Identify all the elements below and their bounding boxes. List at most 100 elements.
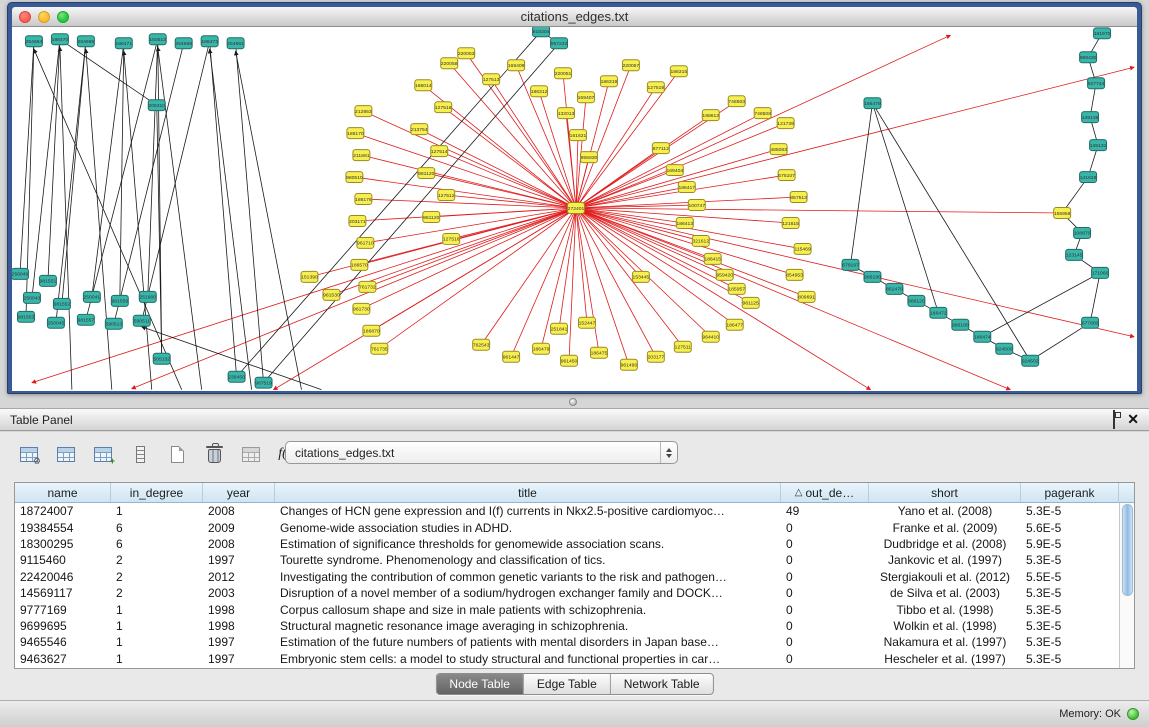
graph-node[interactable]: 186315 [670, 66, 687, 77]
table-row[interactable]: 1456911722003Disruption of a novel membe… [15, 585, 1119, 601]
graph-node[interactable]: 981120 [418, 168, 435, 179]
column-header-2[interactable]: year [203, 483, 275, 502]
graph-node[interactable]: 186570 [351, 259, 368, 270]
window-titlebar[interactable]: citations_edges.txt [12, 7, 1137, 27]
graph-node[interactable]: 186477 [726, 319, 743, 330]
graph-node[interactable]: 877112 [652, 143, 669, 154]
graph-node[interactable]: 590511 [133, 315, 150, 326]
column-header-3[interactable]: title [275, 483, 781, 502]
table-scrollbar[interactable] [1119, 503, 1134, 668]
graph-node[interactable]: 186176 [355, 194, 372, 205]
graph-node[interactable]: 186472 [930, 307, 947, 318]
graph-node[interactable]: 981553 [17, 311, 34, 322]
graph-node[interactable]: 250045 [47, 317, 64, 328]
graph-node[interactable]: 220057 [622, 60, 639, 71]
column-header-0[interactable]: name [15, 483, 111, 502]
graph-node[interactable]: 186014 [415, 80, 432, 91]
graph-node[interactable]: 964410 [702, 331, 719, 342]
graph-node[interactable]: 987519 [255, 377, 272, 388]
tab-network-table[interactable]: Network Table [611, 674, 713, 694]
graph-node[interactable]: 679197 [842, 259, 859, 270]
graph-node[interactable]: 818304 [533, 27, 550, 37]
graph-node[interactable]: 959430 [1080, 52, 1097, 63]
table-row[interactable]: 1872400712008Changes of HCN gene express… [15, 503, 1119, 519]
graph-node[interactable]: 127516 [443, 233, 460, 244]
graph-node[interactable]: 254661 [227, 38, 244, 49]
graph-node[interactable]: 961450 [561, 355, 578, 366]
graph-node[interactable]: 151390 [301, 271, 318, 282]
graph-node[interactable]: 171060 [1092, 267, 1109, 278]
graph-node[interactable]: 761732 [359, 281, 376, 292]
graph-node[interactable]: 186474 [974, 331, 991, 342]
graph-node[interactable]: 959420 [716, 269, 733, 280]
table-row[interactable]: 946362711997Embryonic stem cells: a mode… [15, 651, 1119, 667]
panel-resize-handle[interactable] [569, 398, 577, 406]
table-row[interactable]: 946554611997Estimation of the future num… [15, 634, 1119, 650]
close-panel-icon[interactable]: ✕ [1127, 414, 1139, 425]
import-table-icon[interactable] [238, 441, 264, 467]
graph-node[interactable]: 186475 [590, 347, 607, 358]
graph-node[interactable]: 169409 [508, 60, 525, 71]
delete-table-icon[interactable] [201, 441, 227, 467]
graph-node[interactable]: 100747 [688, 200, 705, 211]
graph-node[interactable]: 198613 [702, 110, 719, 121]
graph-node[interactable]: 152447 [578, 317, 595, 328]
graph-node[interactable]: 203177 [647, 351, 664, 362]
graph-node[interactable]: 132013 [558, 108, 575, 119]
graph-node[interactable]: 961120 [423, 211, 440, 222]
graph-node[interactable]: 677800 [1082, 317, 1099, 328]
graph-node[interactable]: 150513 [149, 34, 166, 45]
graph-node[interactable]: 220051 [555, 68, 572, 79]
graph-node[interactable]: 169407 [577, 92, 594, 103]
graph-node[interactable]: 153445 [632, 271, 649, 282]
graph-node[interactable]: 485083 [770, 144, 787, 155]
graph-node[interactable]: 149131 [1090, 140, 1107, 151]
graph-node[interactable]: 161621 [570, 130, 587, 141]
graph-node[interactable]: 981551 [39, 275, 56, 286]
tab-node-table[interactable]: Node Table [436, 674, 524, 694]
graph-node[interactable]: 575107 [778, 170, 795, 181]
graph-node[interactable]: 927744 [1088, 78, 1105, 89]
graph-node[interactable]: 186473 [201, 36, 218, 47]
graph-node[interactable]: 961730 [353, 303, 370, 314]
graph-node[interactable]: 121615 [782, 217, 799, 228]
graph-node[interactable]: 854953 [786, 269, 803, 280]
graph-node[interactable]: 186470 [51, 34, 68, 45]
zoom-window-button[interactable] [57, 11, 69, 23]
graph-node[interactable]: 590513 [105, 318, 122, 329]
graph-node[interactable]: 181970 [1094, 28, 1111, 39]
graph-node[interactable]: 250043 [23, 292, 40, 303]
graph-node[interactable]: 186319 [600, 76, 617, 87]
graph-node[interactable]: 986120 [908, 295, 925, 306]
graph-node[interactable]: 986180 [952, 319, 969, 330]
graph-node[interactable]: 127514 [431, 146, 448, 157]
show-columns-icon[interactable] [53, 441, 79, 467]
graph-node[interactable]: 127511 [674, 341, 691, 352]
graph-node[interactable]: 748508 [754, 108, 771, 119]
graph-node[interactable]: 250041 [83, 291, 100, 302]
column-header-4[interactable]: △out_de… [781, 483, 869, 502]
graph-node[interactable]: 186413 [676, 217, 693, 228]
graph-node[interactable]: 169404 [666, 165, 683, 176]
network-svg[interactable]: 2546641864702546691864711505132546661864… [12, 27, 1137, 391]
graph-node[interactable]: 220053 [458, 48, 475, 59]
graph-node[interactable]: 986190 [864, 271, 881, 282]
graph-node[interactable]: 127518 [435, 102, 452, 113]
table-row[interactable]: 1938455462009Genome-wide association stu… [15, 519, 1119, 535]
graph-node[interactable]: 861470 [886, 283, 903, 294]
graph-node[interactable]: 981559 [111, 295, 128, 306]
table-row[interactable]: 2242004622012Investigating the contribut… [15, 569, 1119, 585]
graph-node[interactable]: 761735 [371, 343, 388, 354]
graph-node[interactable]: 981530 [323, 289, 340, 300]
graph-node[interactable]: 809691 [798, 291, 815, 302]
graph-node[interactable]: 203171 [349, 215, 366, 226]
table-scrollbar-thumb[interactable] [1122, 504, 1133, 596]
column-settings-icon[interactable]: ⚙ [16, 441, 42, 467]
graph-node[interactable]: 213754 [411, 124, 428, 135]
graph-node[interactable]: 186312 [531, 86, 548, 97]
graph-node[interactable]: 980510 [346, 172, 363, 183]
graph-node[interactable]: 186870 [363, 325, 380, 336]
graph-node[interactable]: 186471 [115, 38, 132, 49]
table-row[interactable]: 911546021997Tourette syndrome. Phenomeno… [15, 552, 1119, 568]
graph-node[interactable]: 961490 [620, 359, 637, 370]
